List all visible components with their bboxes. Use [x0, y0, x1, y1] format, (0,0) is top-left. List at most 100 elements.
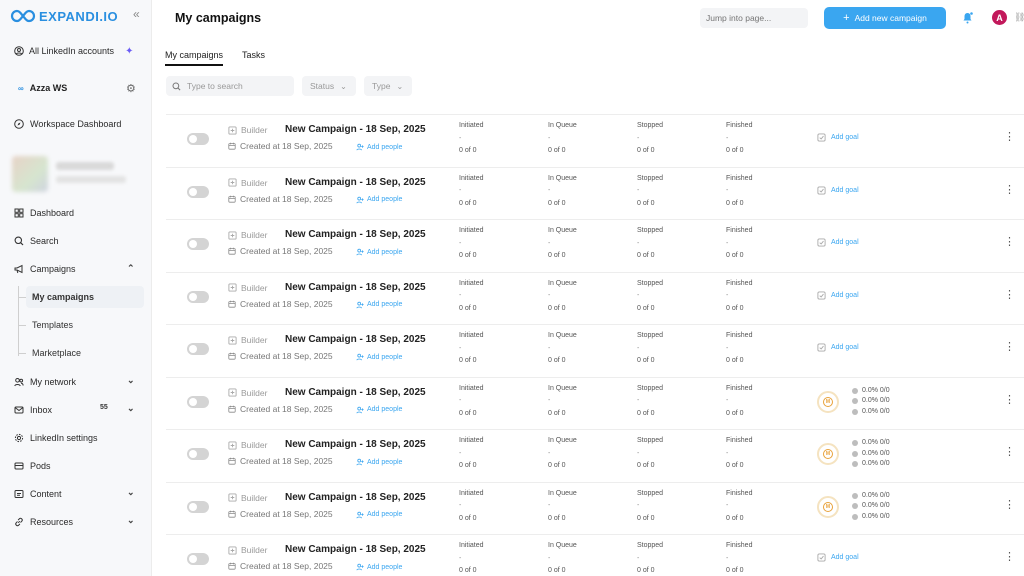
tab-my-campaigns[interactable]: My campaigns: [165, 50, 224, 66]
campaign-toggle[interactable]: [187, 448, 209, 460]
more-options-icon[interactable]: ⋮: [1004, 551, 1015, 563]
campaign-toggle[interactable]: [187, 500, 209, 513]
workspace-selector[interactable]: ∞ Azza WS: [10, 76, 144, 100]
more-options-icon[interactable]: ⋮: [1004, 236, 1015, 248]
campaign-toggle[interactable]: [187, 185, 209, 198]
more-options-icon[interactable]: ⋮: [1004, 446, 1015, 458]
add-people-link[interactable]: Add people: [356, 196, 402, 204]
campaign-row[interactable]: Builder New Campaign - 18 Sep, 2025 Create…: [166, 376, 1024, 429]
status-filter-dropdown[interactable]: Status ⌄: [302, 76, 356, 96]
add-goal-button[interactable]: Add goal: [817, 553, 859, 562]
add-goal-button[interactable]: Add goal: [817, 185, 859, 195]
more-options-icon[interactable]: ⋮: [1004, 131, 1015, 143]
all-accounts-selector[interactable]: All LinkedIn accounts ✦: [10, 40, 144, 62]
campaign-name[interactable]: New Campaign - 18 Sep, 2025: [285, 387, 426, 398]
campaign-toggle[interactable]: [187, 395, 209, 408]
stat-count: 0 of 0: [459, 567, 477, 574]
chevron-down-icon[interactable]: ⌄: [127, 375, 135, 386]
campaign-toggle[interactable]: [187, 343, 209, 355]
campaign-row[interactable]: Builder New Campaign - 18 Sep, 2025 Create…: [166, 324, 1024, 376]
add-people-link[interactable]: Add people: [356, 563, 402, 571]
sub-templates[interactable]: Templates: [32, 320, 73, 330]
campaign-row[interactable]: Builder New Campaign - 18 Sep, 2025 Create…: [166, 534, 1024, 576]
add-goal-button[interactable]: Add goal: [817, 343, 859, 352]
stat-count: 0 of 0: [459, 199, 477, 207]
nav-content[interactable]: Content: [14, 487, 62, 501]
stat-stopped: Stopped - 0 of 0: [637, 330, 663, 368]
add-people-link[interactable]: Add people: [356, 143, 402, 151]
collapse-sidebar-icon[interactable]: «: [133, 7, 140, 21]
goal-progress-ring[interactable]: M: [817, 390, 839, 413]
notification-bell-icon[interactable]: [962, 11, 973, 29]
nav-pods[interactable]: Pods: [14, 459, 51, 473]
add-people-link[interactable]: Add people: [356, 458, 402, 466]
goal-icon: [817, 133, 826, 142]
nav-dashboard[interactable]: Dashboard: [14, 206, 74, 220]
campaign-row[interactable]: Builder New Campaign - 18 Sep, 2025 Create…: [166, 429, 1024, 481]
nav-search[interactable]: Search: [14, 234, 59, 248]
add-people-link[interactable]: Add people: [356, 248, 402, 256]
campaign-name[interactable]: New Campaign - 18 Sep, 2025: [285, 282, 426, 293]
add-people-link[interactable]: Add people: [356, 353, 402, 361]
profile-card[interactable]: [12, 154, 126, 194]
more-options-icon[interactable]: ⋮: [1004, 499, 1015, 511]
link-icon[interactable]: ⛓: [1014, 12, 1024, 23]
sub-my-campaigns[interactable]: My campaigns: [32, 292, 94, 302]
nav-campaigns[interactable]: Campaigns: [14, 262, 76, 276]
nav-linkedin-settings[interactable]: LinkedIn settings: [14, 431, 98, 445]
campaign-row[interactable]: Builder New Campaign - 18 Sep, 2025 Create…: [166, 219, 1024, 271]
search-icon: [14, 236, 24, 246]
campaign-row[interactable]: Builder New Campaign - 18 Sep, 2025 Create…: [166, 271, 1024, 324]
add-people-link[interactable]: Add people: [356, 301, 402, 309]
builder-label: Builder: [241, 387, 268, 398]
more-options-icon[interactable]: ⋮: [1004, 289, 1015, 301]
add-people-link[interactable]: Add people: [356, 511, 402, 519]
add-goal-button[interactable]: Add goal: [817, 133, 859, 142]
goal-progress-ring[interactable]: M: [817, 495, 839, 518]
more-options-icon[interactable]: ⋮: [1004, 394, 1015, 406]
chevron-down-icon[interactable]: ⌄: [127, 515, 135, 526]
campaign-toggle[interactable]: [187, 238, 209, 250]
add-new-campaign-button[interactable]: + Add new campaign: [824, 7, 946, 29]
campaign-search-input[interactable]: Type to search: [166, 76, 294, 96]
workspace-settings-icon[interactable]: ⚙: [126, 82, 136, 95]
campaign-name[interactable]: New Campaign - 18 Sep, 2025: [285, 439, 426, 450]
builder-label: Builder: [241, 177, 268, 188]
goal-progress-ring[interactable]: M: [817, 443, 839, 465]
campaign-toggle[interactable]: [187, 133, 209, 145]
nav-resources[interactable]: Resources: [14, 515, 73, 529]
chevron-down-icon[interactable]: ⌄: [127, 487, 135, 498]
more-options-icon[interactable]: ⋮: [1004, 341, 1015, 353]
nav-workspace-dashboard[interactable]: Workspace Dashboard: [14, 117, 121, 131]
tab-tasks[interactable]: Tasks: [242, 50, 265, 66]
created-date: Created at 18 Sep, 2025: [228, 404, 333, 414]
nav-inbox[interactable]: Inbox: [14, 403, 52, 417]
campaign-name[interactable]: New Campaign - 18 Sep, 2025: [285, 229, 426, 240]
expandi-logo[interactable]: EXPANDI.IO: [10, 7, 118, 25]
nav-my-network[interactable]: My network: [14, 375, 76, 389]
sub-marketplace[interactable]: Marketplace: [32, 348, 81, 358]
jump-into-page-input[interactable]: [700, 8, 808, 28]
builder-label: Builder: [241, 492, 268, 503]
add-people-link[interactable]: Add people: [356, 406, 402, 414]
campaign-toggle[interactable]: [187, 553, 209, 565]
campaign-row[interactable]: Builder New Campaign - 18 Sep, 2025 Create…: [166, 114, 1024, 166]
chevron-down-icon[interactable]: ⌄: [127, 403, 135, 414]
add-goal-button[interactable]: Add goal: [817, 290, 859, 300]
campaign-name[interactable]: New Campaign - 18 Sep, 2025: [285, 544, 426, 555]
stat-count: 0 of 0: [548, 357, 566, 364]
user-avatar[interactable]: A: [992, 10, 1007, 25]
more-options-icon[interactable]: ⋮: [1004, 184, 1015, 196]
campaign-name[interactable]: New Campaign - 18 Sep, 2025: [285, 124, 426, 135]
campaign-row[interactable]: Builder New Campaign - 18 Sep, 2025 Create…: [166, 166, 1024, 219]
chevron-up-icon[interactable]: ⌃: [127, 263, 135, 274]
add-goal-button[interactable]: Add goal: [817, 238, 859, 247]
stat-label: In Queue: [548, 542, 577, 549]
campaign-name[interactable]: New Campaign - 18 Sep, 2025: [285, 334, 426, 345]
campaign-row[interactable]: Builder New Campaign - 18 Sep, 2025 Create…: [166, 481, 1024, 534]
campaign-name[interactable]: New Campaign - 18 Sep, 2025: [285, 177, 426, 188]
campaign-name[interactable]: New Campaign - 18 Sep, 2025: [285, 492, 426, 503]
all-accounts-label: All LinkedIn accounts: [29, 46, 115, 56]
campaign-toggle[interactable]: [187, 290, 209, 303]
type-filter-dropdown[interactable]: Type ⌄: [364, 76, 412, 96]
